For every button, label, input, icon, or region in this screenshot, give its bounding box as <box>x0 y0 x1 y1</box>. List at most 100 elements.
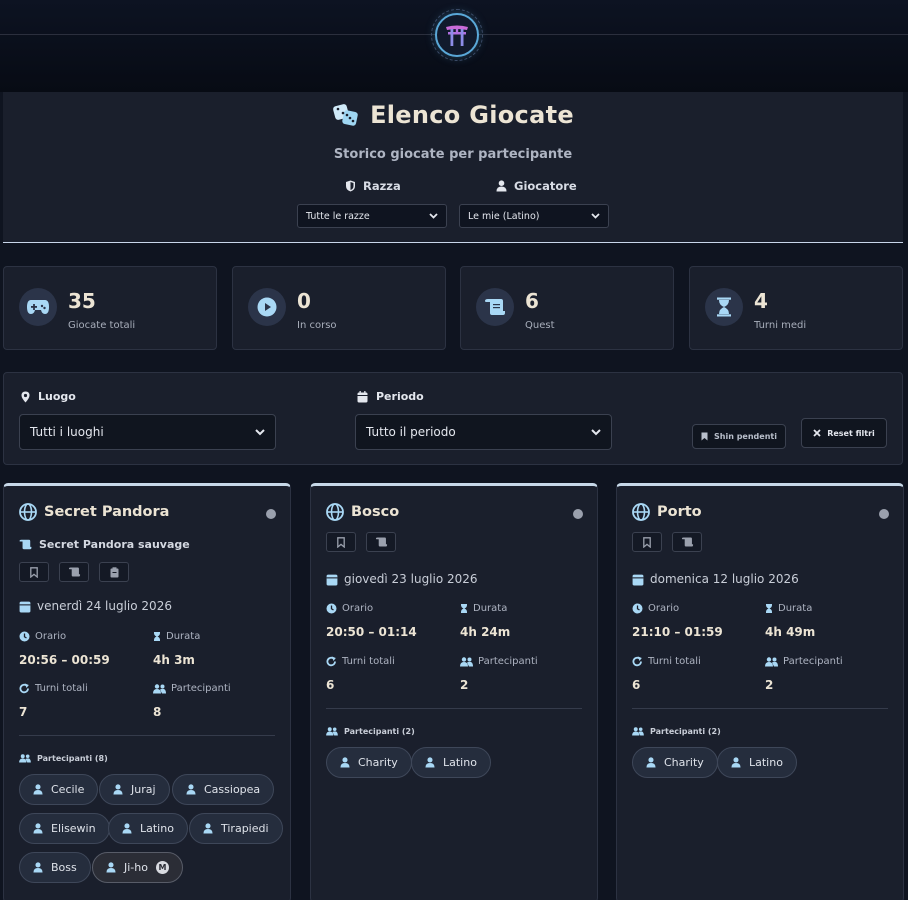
bookmark-icon <box>337 536 345 548</box>
tag-scroll <box>366 532 396 552</box>
participant-chip[interactable]: Juraj <box>99 774 170 805</box>
turns-value: 6 <box>326 678 335 692</box>
tag-bookmark <box>632 532 662 552</box>
participant-chip[interactable]: Tirapiedi <box>189 813 283 844</box>
bookmark-icon <box>30 566 38 578</box>
hourglass-icon <box>461 604 467 613</box>
participant-chip[interactable]: Latino <box>108 813 188 844</box>
duration-label: Durata <box>765 603 812 614</box>
time-label: Orario <box>19 631 66 642</box>
card-title: Secret Pandora <box>19 503 169 521</box>
turns-value: 7 <box>19 705 28 719</box>
chevron-down-icon <box>255 428 265 435</box>
globe-icon <box>632 503 650 521</box>
participant-chip[interactable]: Elisewin <box>19 813 110 844</box>
turns-value: 6 <box>632 678 641 692</box>
reset-filters-button[interactable]: Reset filtri <box>801 418 887 448</box>
participant-chip[interactable]: Latino <box>717 747 797 778</box>
place-select[interactable]: Tutti i luoghi <box>19 414 276 450</box>
card-divider <box>632 708 888 709</box>
participants-heading: Partecipanti (2) <box>326 727 415 736</box>
chevron-down-icon <box>591 213 600 219</box>
scroll-icon <box>375 537 387 547</box>
user-icon <box>203 823 213 834</box>
participants-count-label: Partecipanti <box>153 683 231 694</box>
card-divider <box>326 708 582 709</box>
top-bar <box>0 0 908 92</box>
period-filter-label: Periodo <box>357 390 424 403</box>
users-icon <box>460 656 473 666</box>
participant-chip[interactable]: Cassiopea <box>172 774 275 805</box>
race-select[interactable]: Tutte le razze <box>297 204 447 228</box>
user-icon <box>186 784 196 795</box>
play-icon <box>257 297 277 317</box>
scroll-icon <box>68 567 80 577</box>
page-title-text: Elenco Giocate <box>370 101 574 129</box>
turns-label: Turni totali <box>326 656 395 667</box>
play-card[interactable]: Porto domenica 12 luglio 2026 Orario Dur… <box>616 483 904 900</box>
user-icon <box>646 757 656 768</box>
calendar-icon <box>357 390 368 402</box>
shield-icon <box>346 180 355 192</box>
participant-chip[interactable]: Cecile <box>19 774 99 805</box>
card-title: Porto <box>632 503 702 521</box>
calendar-icon <box>326 574 338 585</box>
stat-value: 35 <box>68 289 96 313</box>
scroll-icon <box>485 299 505 315</box>
bookmark-icon <box>701 432 708 441</box>
time-value: 21:10 – 01:59 <box>632 625 723 639</box>
participants-heading: Partecipanti (8) <box>19 754 108 763</box>
stat-label: In corso <box>297 320 337 331</box>
users-icon <box>765 656 778 666</box>
player-filter-label: Giocatore <box>496 179 577 193</box>
status-dot <box>573 509 583 519</box>
duration-value: 4h 49m <box>765 625 816 639</box>
close-icon <box>813 429 821 437</box>
tag-bookmark <box>326 532 356 552</box>
page-title: Elenco Giocate <box>3 100 903 129</box>
clock-icon <box>632 603 643 614</box>
period-select[interactable]: Tutto il periodo <box>355 414 612 450</box>
player-select[interactable]: Le mie (Latino) <box>459 204 609 228</box>
clock-icon <box>326 603 337 614</box>
calendar-icon <box>632 574 644 585</box>
calendar-icon <box>19 601 31 612</box>
participants-count-value: 8 <box>153 705 162 719</box>
pending-shin-button[interactable]: Shin pendenti <box>692 424 786 449</box>
quest-name: Secret Pandora sauvage <box>19 538 190 551</box>
user-icon <box>33 862 43 873</box>
user-icon <box>33 823 43 834</box>
redo-icon <box>19 683 29 694</box>
page-header: Elenco Giocate Storico giocate per parte… <box>3 92 903 243</box>
race-filter-label: Razza <box>345 179 401 193</box>
user-icon <box>340 757 350 768</box>
participants-count-label: Partecipanti <box>765 656 843 667</box>
redo-icon <box>326 656 336 667</box>
duration-label: Durata <box>153 631 200 642</box>
play-card[interactable]: Bosco giovedì 23 luglio 2026 Orario Dura… <box>310 483 598 900</box>
duration-value: 4h 3m <box>153 653 195 667</box>
status-dot <box>266 509 276 519</box>
participant-chip[interactable]: Latino <box>411 747 491 778</box>
user-icon <box>33 784 43 795</box>
play-date: domenica 12 luglio 2026 <box>632 572 799 586</box>
card-divider <box>19 735 275 736</box>
participants-count-value: 2 <box>460 678 469 692</box>
status-dot <box>879 509 889 519</box>
play-card[interactable]: Secret Pandora Secret Pandora sauvage ve… <box>3 483 291 900</box>
scroll-icon <box>19 539 32 550</box>
time-value: 20:50 – 01:14 <box>326 625 417 639</box>
user-icon <box>496 180 507 192</box>
globe-icon <box>19 503 37 521</box>
participant-chip[interactable]: Charity <box>632 747 718 778</box>
participant-chip[interactable]: Charity <box>326 747 412 778</box>
participant-chip[interactable]: Boss <box>19 852 91 883</box>
user-icon <box>122 823 132 834</box>
chevron-down-icon <box>591 428 601 435</box>
participants-count-value: 2 <box>765 678 774 692</box>
page-subtitle: Storico giocate per partecipante <box>333 147 573 162</box>
tag-scroll <box>672 532 702 552</box>
torii-gate-icon <box>446 25 468 46</box>
participant-chip-master[interactable]: Ji-ho M <box>92 852 183 883</box>
app-logo[interactable] <box>431 9 483 61</box>
